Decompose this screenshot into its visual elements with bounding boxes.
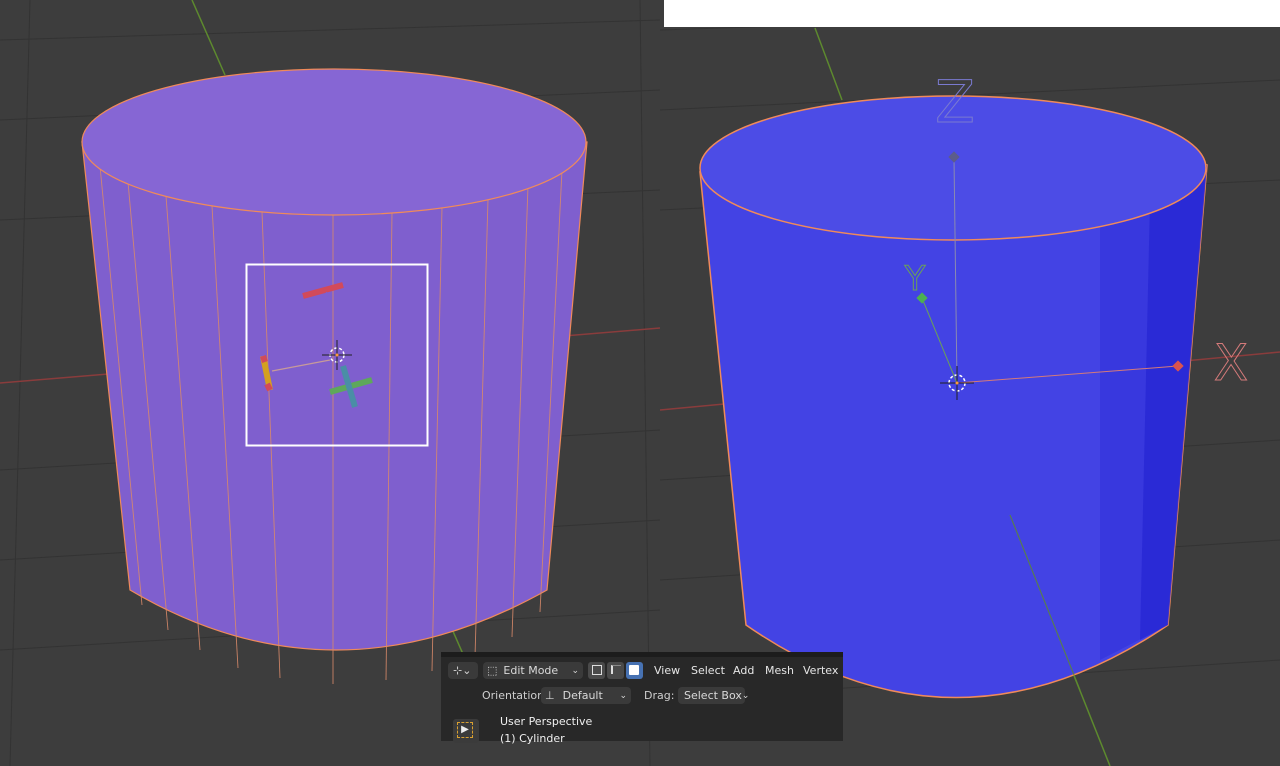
menu-add[interactable]: Add [733, 664, 754, 677]
orientation-dropdown[interactable]: ⊥ Default ⌄ [541, 687, 631, 704]
drag-dropdown[interactable]: Select Box ⌄ [678, 687, 749, 704]
face-select-icon [629, 665, 639, 675]
z-axis-label: Z [935, 68, 975, 136]
edit-mode-icon: ⬚ [487, 664, 498, 677]
menu-vertex[interactable]: Vertex [803, 664, 838, 677]
face-select-button[interactable] [626, 662, 643, 679]
drag-label: Drag: [644, 689, 675, 702]
cylinder-top[interactable] [81, 68, 587, 216]
edge-select-button[interactable] [607, 662, 624, 679]
workspace-tabs [441, 652, 843, 657]
menu-view[interactable]: View [654, 664, 680, 677]
y-axis-line [191, 0, 226, 76]
viewport-header: ⊹⌄ ⬚ Edit Mode ⌄ View Select Add Mesh Ve… [441, 652, 843, 745]
transform-gizmo-button[interactable]: ⊹⌄ [448, 662, 478, 679]
active-object-text: (1) Cylinder [500, 732, 565, 745]
cylinder-side[interactable] [81, 141, 588, 651]
select-cursor-icon: ▶ [457, 722, 473, 738]
drag-value: Select Box [684, 689, 742, 702]
orientation-label: Orientation: [482, 689, 548, 702]
chevron-down-icon: ⌄ [619, 690, 627, 701]
menu-mesh[interactable]: Mesh [765, 664, 794, 677]
header-toolbar: ⊹⌄ ⬚ Edit Mode ⌄ View Select Add Mesh Ve… [441, 659, 843, 683]
white-bar [664, 0, 1280, 27]
vertex-select-button[interactable] [588, 662, 605, 679]
mode-label: Edit Mode [503, 664, 559, 677]
vertex-select-icon [592, 665, 602, 675]
transform-gizmo-icon: ⊹⌄ [453, 664, 472, 677]
tool-settings: Orientation: ⊥ Default ⌄ Drag: Select Bo… [441, 685, 843, 707]
view-perspective-text: User Perspective [500, 715, 593, 728]
y-axis-label: Y [904, 259, 926, 299]
chevron-down-icon: ⌄ [741, 690, 750, 701]
mode-selector[interactable]: ⬚ Edit Mode ⌄ [483, 662, 583, 679]
orientation-icon: ⊥ [545, 689, 555, 702]
chevron-down-icon: ⌄ [571, 665, 579, 676]
orientation-value: Default [562, 689, 603, 702]
edge-select-icon [611, 665, 621, 674]
x-axis-label: X [1214, 334, 1248, 392]
select-tool-button[interactable]: ▶ [453, 719, 479, 743]
menu-select[interactable]: Select [691, 664, 725, 677]
